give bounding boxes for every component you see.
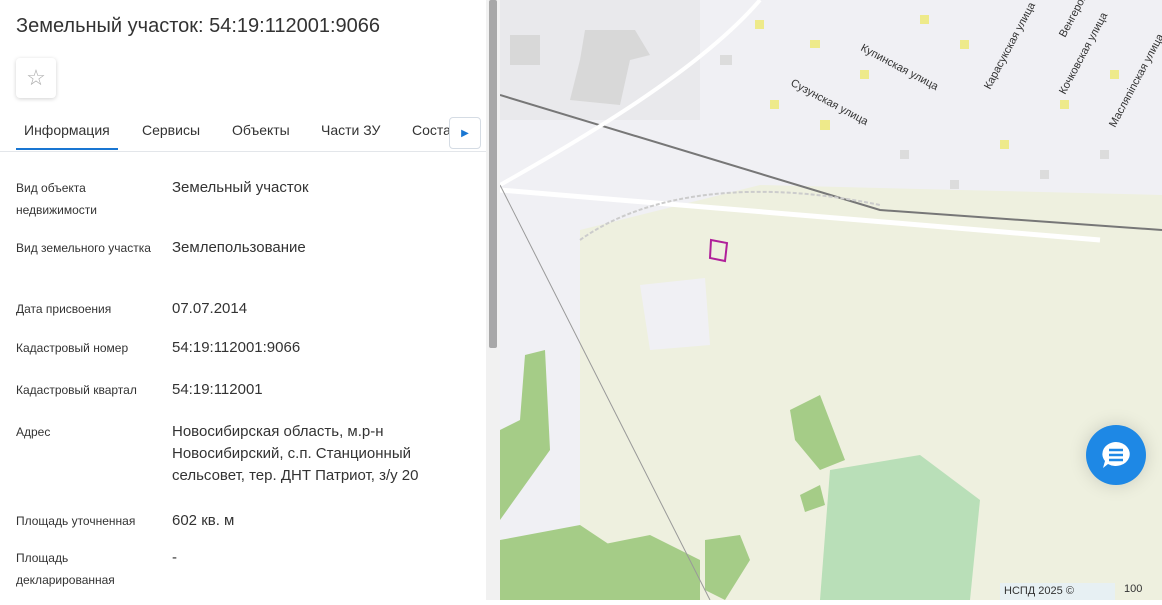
star-icon: ☆ xyxy=(26,65,46,90)
chat-button[interactable] xyxy=(1086,425,1146,485)
field-label: Площадь уточненная xyxy=(16,514,136,528)
field-value: - xyxy=(172,549,177,566)
tab-info[interactable]: Информация xyxy=(16,122,118,150)
field-value: Земельный участок xyxy=(172,179,309,196)
field-label: Адрес xyxy=(16,425,51,439)
tab-objects[interactable]: Объекты xyxy=(232,122,290,138)
street-label: Масляninская улица xyxy=(1107,31,1162,129)
tab-composition[interactable]: Соста xyxy=(412,122,451,138)
street-label: Карасукская улица xyxy=(982,0,1038,91)
field-label: Вид объекта недвижимости xyxy=(16,181,97,217)
field-value: Новосибирская область, м.р-н Новосибирск… xyxy=(172,423,419,484)
tab-parts[interactable]: Части ЗУ xyxy=(321,122,380,138)
panel-scrollbar[interactable] xyxy=(486,0,500,600)
favorite-button[interactable]: ☆ xyxy=(16,58,56,98)
tab-bar: Информация Сервисы Объекты Части ЗУ Сост… xyxy=(0,110,486,152)
map-canvas: Купинская улица Сузунская улица Карасукс… xyxy=(499,0,1162,601)
field-value: Землепользование xyxy=(172,239,306,256)
info-panel: Земельный участок: 54:19:112001:9066 ☆ И… xyxy=(0,0,500,600)
map-scale: 100 xyxy=(1124,583,1143,595)
field-label: Дата присвоения xyxy=(16,302,112,316)
field-label: Вид земельного участка xyxy=(16,241,151,255)
page-title: Земельный участок: 54:19:112001:9066 xyxy=(16,15,381,37)
field-label: Площадь декларированная xyxy=(16,551,115,587)
field-value: 54:19:112001:9066 xyxy=(172,339,301,356)
caret-right-icon: ▶ xyxy=(461,127,469,139)
scrollbar-thumb[interactable] xyxy=(489,0,497,348)
street-label: Купинская улица xyxy=(859,42,941,93)
field-value: 54:19:112001 xyxy=(172,381,263,398)
tabs-next-button[interactable]: ▶ xyxy=(449,117,481,149)
map-view[interactable]: Купинская улица Сузунская улица Карасукс… xyxy=(499,0,1162,601)
street-label: Венгеров xyxy=(1057,0,1090,39)
field-value: 602 кв. м xyxy=(172,512,235,529)
chat-icon xyxy=(1102,442,1130,468)
field-value: 07.07.2014 xyxy=(172,300,248,317)
field-label: Кадастровый квартал xyxy=(16,383,137,397)
map-copyright: НСПД 2025 © xyxy=(1000,583,1115,600)
field-label: Кадастровый номер xyxy=(16,341,129,355)
tab-services[interactable]: Сервисы xyxy=(142,122,200,138)
